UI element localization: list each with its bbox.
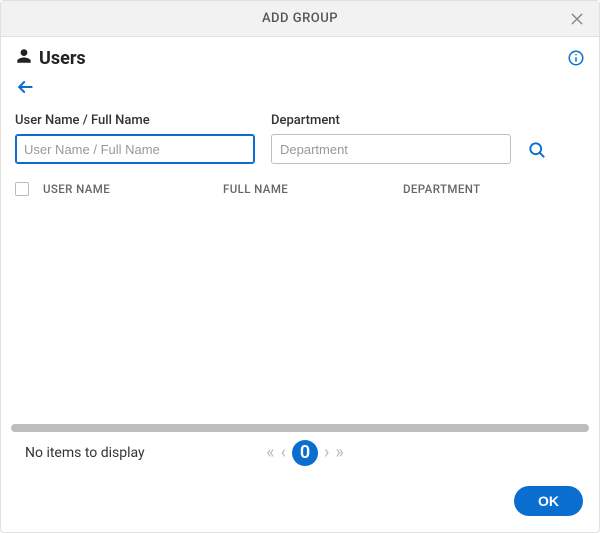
col-username[interactable]: USER NAME — [43, 182, 223, 196]
search-icon[interactable] — [527, 140, 547, 164]
horizontal-scrollbar[interactable] — [11, 424, 589, 432]
modal-titlebar: ADD GROUP — [1, 1, 599, 37]
department-input[interactable] — [271, 134, 511, 164]
username-field-group: User Name / Full Name — [15, 113, 255, 164]
back-icon[interactable] — [15, 77, 35, 97]
close-icon[interactable] — [565, 7, 589, 31]
pager-next-icon[interactable]: › — [324, 444, 329, 462]
table-body — [1, 204, 599, 424]
pager-last-icon[interactable]: » — [335, 444, 343, 462]
user-icon — [15, 47, 33, 69]
username-label: User Name / Full Name — [15, 113, 255, 128]
filter-row: User Name / Full Name Department — [1, 113, 599, 174]
col-fullname[interactable]: FULL NAME — [223, 182, 403, 196]
modal-footer: OK — [1, 476, 599, 532]
page-title: Users — [39, 48, 86, 69]
header-left: Users — [15, 47, 86, 69]
pager-first-icon[interactable]: « — [266, 444, 274, 462]
username-input[interactable] — [15, 134, 255, 164]
info-icon[interactable] — [567, 49, 585, 67]
pager-current[interactable]: 0 — [292, 440, 318, 466]
select-all-checkbox[interactable] — [15, 182, 29, 196]
empty-text: No items to display — [25, 445, 145, 461]
modal-title: ADD GROUP — [262, 11, 338, 26]
page-header: Users — [1, 37, 599, 73]
pager: No items to display « ‹ 0 › » — [1, 432, 599, 476]
add-group-modal: ADD GROUP Users User Name / Full Name De… — [0, 0, 600, 533]
department-field-group: Department — [271, 113, 511, 164]
table-header: USER NAME FULL NAME DEPARTMENT — [1, 174, 599, 204]
department-label: Department — [271, 113, 511, 128]
select-all-cell — [15, 182, 43, 196]
col-department[interactable]: DEPARTMENT — [403, 182, 585, 196]
pager-controls: « ‹ 0 › » — [266, 440, 344, 466]
pager-prev-icon[interactable]: ‹ — [281, 444, 286, 462]
back-row — [1, 73, 599, 113]
ok-button[interactable]: OK — [514, 486, 583, 516]
